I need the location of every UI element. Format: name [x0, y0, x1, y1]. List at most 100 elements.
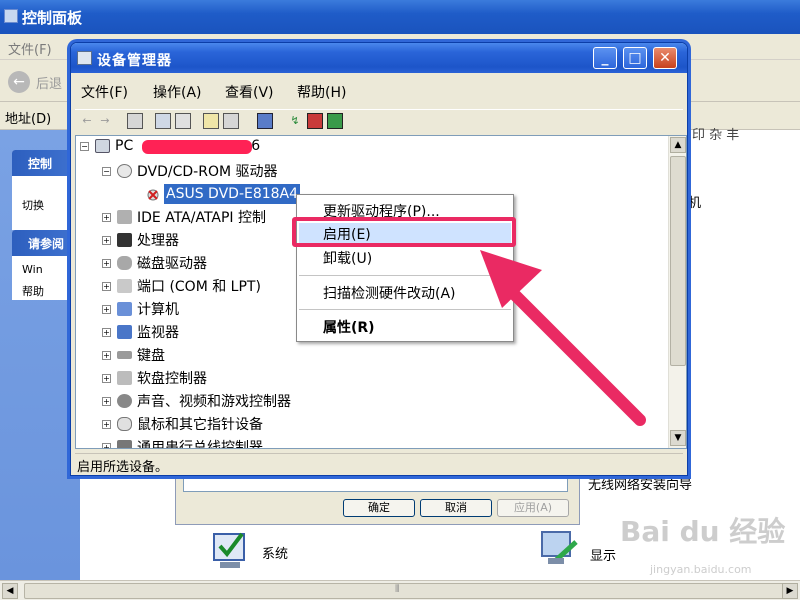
- collapse-icon[interactable]: −: [102, 166, 111, 176]
- redaction-mark: [142, 140, 252, 154]
- apply-button: 应用(A): [497, 499, 569, 517]
- scrollbar-thumb[interactable]: ⦀: [24, 583, 784, 599]
- help-icon[interactable]: [203, 113, 219, 129]
- control-panel-titlebar[interactable]: 控制面板: [0, 0, 800, 34]
- tree-category[interactable]: + 计算机: [102, 299, 179, 319]
- tree-category[interactable]: + 端口 (COM 和 LPT): [102, 276, 261, 296]
- sidebar-panel-see-also: 请参阅 Win 帮助: [12, 230, 78, 300]
- menu-item-uninstall[interactable]: 卸载(U): [323, 248, 372, 268]
- scrollbar-thumb[interactable]: [670, 156, 686, 366]
- back-button-label[interactable]: 后退: [36, 73, 62, 92]
- control-panel-menu-file[interactable]: 文件(F): [8, 39, 52, 58]
- expand-icon[interactable]: +: [102, 396, 111, 406]
- tree-category-dvd[interactable]: − DVD/CD-ROM 驱动器: [102, 161, 278, 181]
- expand-icon[interactable]: +: [102, 373, 111, 383]
- disk-drive-icon: [117, 256, 132, 270]
- expand-icon[interactable]: +: [102, 212, 111, 222]
- sidebar-panel-control: 控制 切换: [12, 150, 78, 230]
- collapse-icon[interactable]: −: [80, 141, 89, 151]
- tree-category[interactable]: + 处理器: [102, 230, 179, 250]
- device-manager-title: 设备管理器: [97, 53, 172, 69]
- device-manager-icon: [77, 51, 92, 65]
- sidebar-item-windows[interactable]: Win: [12, 260, 78, 280]
- tree-category[interactable]: + 键盘: [102, 345, 165, 365]
- watermark-logo: Bai du 经验: [620, 515, 786, 548]
- expand-icon[interactable]: +: [102, 304, 111, 314]
- scan-hardware-icon[interactable]: [257, 113, 273, 129]
- menu-item-scan[interactable]: 扫描检测硬件改动(A): [323, 283, 456, 303]
- update-driver-icon[interactable]: ↯: [287, 113, 303, 129]
- annotation-arrow-icon: [480, 250, 646, 426]
- port-icon: [117, 279, 132, 293]
- print-icon[interactable]: [175, 113, 191, 129]
- expand-icon[interactable]: +: [102, 442, 111, 448]
- tree-category[interactable]: + 声音、视频和游戏控制器: [102, 391, 291, 411]
- cancel-button[interactable]: 取消: [420, 499, 492, 517]
- device-manager-menubar: 文件(F) 操作(A) 查看(V) 帮助(H): [75, 79, 683, 101]
- cp-partial-text: 印 杂 丰: [692, 128, 740, 143]
- status-bar: 启用所选设备。: [75, 453, 683, 475]
- tree-category[interactable]: + IDE ATA/ATAPI 控制: [102, 207, 266, 227]
- menu-file[interactable]: 文件(F): [81, 82, 128, 102]
- disabled-device-icon: [146, 188, 160, 202]
- expand-icon[interactable]: +: [102, 350, 111, 360]
- keyboard-icon: [117, 351, 132, 359]
- sidebar-item-help[interactable]: 帮助: [12, 280, 78, 300]
- system-label[interactable]: 系统: [262, 543, 288, 562]
- view-icon[interactable]: [223, 113, 239, 129]
- computer-icon: [95, 139, 110, 153]
- sidebar-panel-header: 控制: [12, 150, 78, 176]
- selected-device[interactable]: ASUS DVD-E818A4: [164, 184, 301, 204]
- address-label: 地址(D): [5, 112, 52, 127]
- scroll-left-icon[interactable]: ◀: [2, 583, 18, 599]
- display-icon[interactable]: [538, 528, 582, 572]
- watermark-url: jingyan.baidu.com: [650, 563, 752, 576]
- tree-category[interactable]: + 磁盘驱动器: [102, 253, 207, 273]
- display-label[interactable]: 显示: [590, 545, 616, 564]
- show-hide-tree-icon[interactable]: [127, 113, 143, 129]
- device-manager-titlebar[interactable]: 设备管理器 _ □ ✕: [71, 43, 687, 73]
- uninstall-icon[interactable]: [307, 113, 323, 129]
- control-panel-title: 控制面板: [22, 9, 83, 27]
- expand-icon[interactable]: +: [102, 327, 111, 337]
- tree-category[interactable]: + 软盘控制器: [102, 368, 207, 388]
- computer-icon: [117, 302, 132, 316]
- back-arrow-icon[interactable]: ←: [79, 113, 95, 129]
- sound-icon: [117, 394, 132, 408]
- tree-category[interactable]: + 通用串行总线控制器: [102, 437, 263, 448]
- expand-icon[interactable]: +: [102, 235, 111, 245]
- scroll-right-icon[interactable]: ▶: [782, 583, 798, 599]
- properties-icon[interactable]: [155, 113, 171, 129]
- sidebar-panel-header: 请参阅: [12, 230, 78, 256]
- menu-view[interactable]: 查看(V): [225, 82, 274, 102]
- system-icon[interactable]: [210, 528, 254, 572]
- menu-item-properties[interactable]: 属性(R): [323, 317, 375, 337]
- close-button[interactable]: ✕: [653, 47, 677, 69]
- background-dialog-field: [183, 474, 568, 492]
- monitor-icon: [117, 325, 132, 339]
- maximize-button[interactable]: □: [623, 47, 647, 69]
- enable-device-icon[interactable]: [327, 113, 343, 129]
- back-arrow-icon[interactable]: ←: [8, 71, 30, 93]
- ok-button[interactable]: 确定: [343, 499, 415, 517]
- forward-arrow-icon[interactable]: →: [97, 113, 113, 129]
- sidebar-item-switch[interactable]: 切换: [12, 194, 78, 214]
- menu-help[interactable]: 帮助(H): [297, 82, 346, 102]
- expand-icon[interactable]: +: [102, 419, 111, 429]
- tree-category[interactable]: + 鼠标和其它指针设备: [102, 414, 263, 434]
- menu-action[interactable]: 操作(A): [153, 82, 202, 102]
- control-panel-sidebar: 控制 切换 请参阅 Win 帮助: [0, 130, 80, 580]
- wireless-wizard-link[interactable]: 无线网络安装向导: [588, 474, 692, 493]
- cp-partial-text: 机: [688, 196, 702, 211]
- control-panel-icon: [4, 9, 18, 23]
- expand-icon[interactable]: +: [102, 258, 111, 268]
- scroll-up-icon[interactable]: ▲: [670, 137, 686, 153]
- expand-icon[interactable]: +: [102, 281, 111, 291]
- scroll-down-icon[interactable]: ▼: [670, 430, 686, 446]
- vertical-scrollbar[interactable]: ▲ ▼: [668, 136, 686, 448]
- minimize-button[interactable]: _: [593, 47, 617, 69]
- usb-controller-icon: [117, 440, 132, 448]
- horizontal-scrollbar[interactable]: ◀ ⦀ ▶: [0, 580, 800, 600]
- tree-category[interactable]: + 监视器: [102, 322, 179, 342]
- floppy-controller-icon: [117, 371, 132, 385]
